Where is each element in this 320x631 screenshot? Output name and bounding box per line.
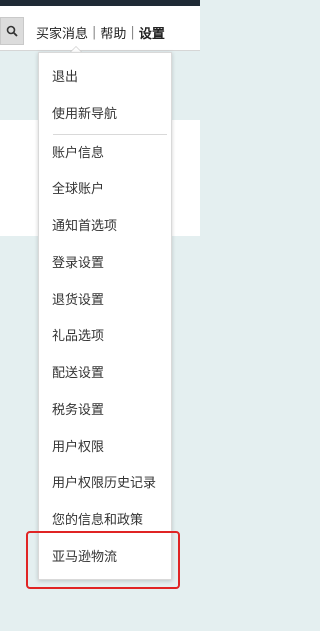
menu-item-notification-preferences[interactable]: 通知首选项 (52, 218, 117, 236)
nav-link-settings[interactable]: 设置 (139, 23, 165, 42)
settings-dropdown-menu: 退出 使用新导航 账户信息 全球账户 通知首选项 登录设置 退货设置 礼品选项 … (38, 52, 172, 580)
menu-item-gift-options[interactable]: 礼品选项 (52, 328, 104, 346)
nav-separator: | (130, 24, 135, 40)
nav-separator: | (92, 24, 97, 40)
menu-item-tax-settings[interactable]: 税务设置 (52, 402, 104, 420)
menu-item-logout[interactable]: 退出 (52, 69, 78, 87)
menu-divider (53, 134, 167, 135)
menu-item-shipping-settings[interactable]: 配送设置 (52, 365, 104, 383)
menu-item-account-info[interactable]: 账户信息 (52, 145, 104, 163)
menu-item-user-permission-history[interactable]: 用户权限历史记录 (52, 475, 156, 493)
nav-link-buyer-messages[interactable]: 买家消息 (36, 23, 88, 42)
highlight-annotation-frame (26, 531, 180, 589)
menu-item-your-info-and-policies[interactable]: 您的信息和政策 (52, 512, 143, 530)
nav-link-help[interactable]: 帮助 (100, 23, 126, 42)
search-icon (6, 25, 18, 37)
menu-item-return-settings[interactable]: 退货设置 (52, 292, 104, 310)
menu-item-global-accounts[interactable]: 全球账户 (52, 181, 104, 199)
menu-item-user-permissions[interactable]: 用户权限 (52, 439, 104, 457)
search-button[interactable] (0, 17, 24, 45)
menu-item-login-settings[interactable]: 登录设置 (52, 255, 104, 273)
nav-bottom-border (0, 50, 200, 51)
menu-item-use-new-navigation[interactable]: 使用新导航 (52, 106, 117, 124)
nav-links: 买家消息 | 帮助 | 设置 (36, 22, 165, 42)
